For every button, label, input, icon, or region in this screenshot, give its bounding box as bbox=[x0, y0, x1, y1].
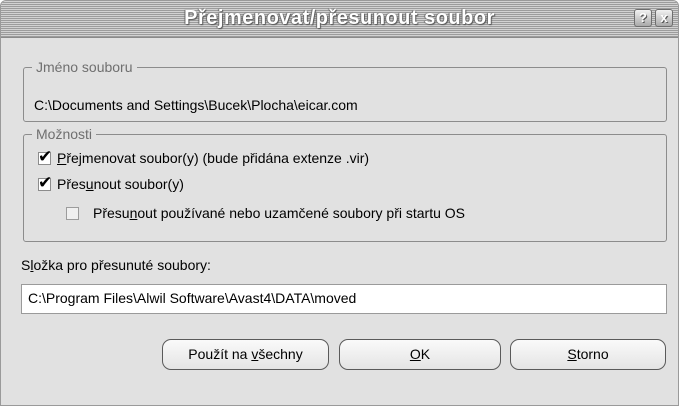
cancel-button[interactable]: Storno bbox=[510, 339, 666, 370]
move-locked-checkbox[interactable] bbox=[66, 207, 79, 220]
target-folder-label: Složka pro přesunuté soubory: bbox=[21, 257, 211, 273]
move-locked-option-label[interactable]: Přesunout používané nebo uzamčené soubor… bbox=[93, 205, 465, 221]
title-bar[interactable]: Přejmenovat/přesunout soubor ? x bbox=[1, 1, 678, 38]
ok-button[interactable]: OK bbox=[339, 339, 501, 370]
target-folder-input[interactable]: C:\Program Files\Alwil Software\Avast4\D… bbox=[21, 284, 667, 314]
help-button[interactable]: ? bbox=[634, 9, 652, 27]
file-path: C:\Documents and Settings\Bucek\Plocha\e… bbox=[34, 97, 358, 113]
dialog-title: Přejmenovat/přesunout soubor bbox=[184, 7, 495, 29]
rename-move-dialog: Přejmenovat/přesunout soubor ? x Jméno s… bbox=[0, 0, 679, 406]
checkmark-icon: ✔ bbox=[38, 173, 53, 192]
rename-option-label[interactable]: Přejmenovat soubor(y) (bude přidána exte… bbox=[57, 150, 369, 166]
file-name-legend: Jméno souboru bbox=[36, 59, 133, 75]
checkmark-icon: ✔ bbox=[38, 147, 53, 166]
close-button[interactable]: x bbox=[655, 9, 673, 27]
options-legend: Možnosti bbox=[36, 126, 93, 142]
move-option-label[interactable]: Přesunout soubor(y) bbox=[57, 176, 184, 192]
rename-checkbox[interactable]: ✔ bbox=[38, 148, 52, 165]
move-checkbox[interactable]: ✔ bbox=[38, 174, 52, 191]
apply-to-all-button[interactable]: Použít na všechny bbox=[162, 339, 329, 370]
file-name-group: Jméno souboru C:\Documents and Settings\… bbox=[23, 59, 667, 122]
